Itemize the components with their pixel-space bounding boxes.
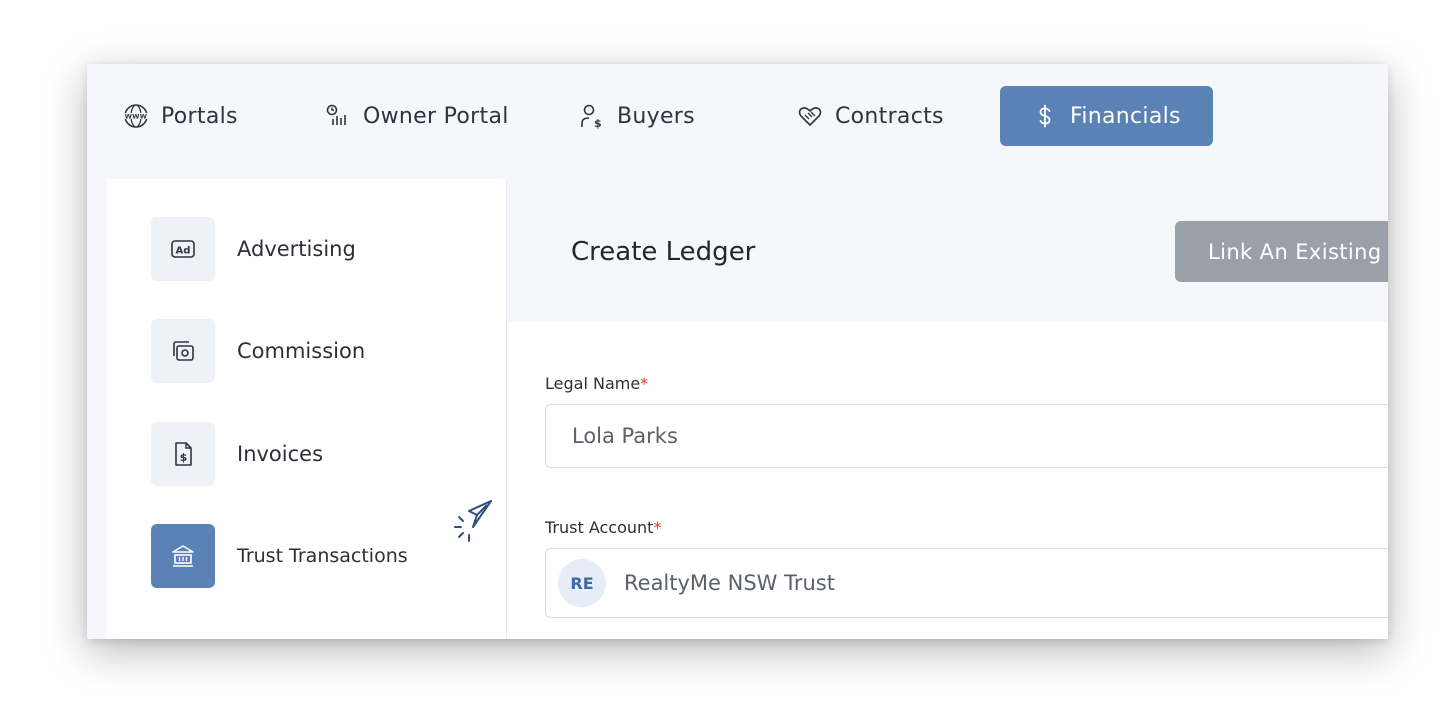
trust-account-avatar: RE xyxy=(558,559,606,607)
www-globe-icon: WWW xyxy=(124,104,148,128)
sidebar-item-label: Advertising xyxy=(237,237,356,261)
sidebar-item-commission[interactable]: Commission xyxy=(151,319,365,383)
cash-icon xyxy=(173,341,194,361)
invoice-dollar-icon: $ xyxy=(175,442,192,466)
trust-account-select[interactable]: RE RealtyMe NSW Trust xyxy=(545,548,1388,618)
sidebar-item-advertising[interactable]: Ad Advertising xyxy=(151,217,356,281)
page-title: Create Ledger xyxy=(571,237,756,267)
legal-name-input[interactable]: Lola Parks xyxy=(545,404,1388,468)
legal-name-label: Legal Name* xyxy=(545,374,648,393)
label-text: Trust Account xyxy=(545,518,654,537)
handshake-heart-icon xyxy=(798,107,822,126)
tab-label: Contracts xyxy=(835,103,944,129)
svg-text:Ad: Ad xyxy=(176,246,191,257)
tab-portals[interactable]: WWW Portals xyxy=(123,86,238,146)
tab-label: Buyers xyxy=(617,103,695,129)
tab-owner-portal[interactable]: Owner Portal xyxy=(325,86,509,146)
svg-text:$: $ xyxy=(180,451,188,464)
sidebar: Ad Advertising Commission $ Invoices Tru… xyxy=(107,179,507,639)
buyer-person-icon: $ xyxy=(581,104,602,129)
top-navigation: WWW Portals Owner Portal $ Buyers Contra… xyxy=(87,64,1388,178)
ledger-form: Legal Name* Lola Parks Trust Account* RE… xyxy=(507,322,1388,639)
side-icon-box xyxy=(151,319,215,383)
side-icon-box: Ad xyxy=(151,217,215,281)
required-mark: * xyxy=(640,374,649,393)
tab-financials[interactable]: Financials xyxy=(1000,86,1213,146)
owner-portal-icon xyxy=(326,104,346,125)
click-cursor-icon xyxy=(454,500,492,542)
svg-text:WWW: WWW xyxy=(125,113,147,121)
trust-account-label: Trust Account* xyxy=(545,518,661,537)
required-mark: * xyxy=(653,518,662,537)
label-text: Legal Name xyxy=(545,374,641,393)
trust-account-value: RealtyMe NSW Trust xyxy=(624,571,835,595)
sidebar-item-invoices[interactable]: $ Invoices xyxy=(151,422,323,486)
ad-icon: Ad xyxy=(171,240,195,258)
dollar-icon xyxy=(1039,104,1051,128)
tab-label: Portals xyxy=(161,103,238,129)
svg-text:$: $ xyxy=(594,117,602,129)
bank-icon xyxy=(172,545,194,567)
legal-name-value: Lola Parks xyxy=(572,424,678,448)
sidebar-item-label: Commission xyxy=(237,339,366,363)
side-icon-box: $ xyxy=(151,422,215,486)
app-window: WWW Portals Owner Portal $ Buyers Contra… xyxy=(87,64,1388,639)
tab-label: Owner Portal xyxy=(363,103,509,129)
link-existing-button[interactable]: Link An Existing xyxy=(1175,221,1388,282)
side-icon-box xyxy=(151,524,215,588)
tab-contracts[interactable]: Contracts xyxy=(797,86,944,146)
tab-label: Financials xyxy=(1070,103,1181,129)
sidebar-item-label: Invoices xyxy=(237,442,324,466)
sidebar-item-trust-transactions[interactable]: Trust Transactions xyxy=(151,524,408,588)
sidebar-item-label: Trust Transactions xyxy=(237,545,408,567)
content-header: Create Ledger Link An Existing xyxy=(507,179,1388,322)
tab-buyers[interactable]: $ Buyers xyxy=(579,86,695,146)
